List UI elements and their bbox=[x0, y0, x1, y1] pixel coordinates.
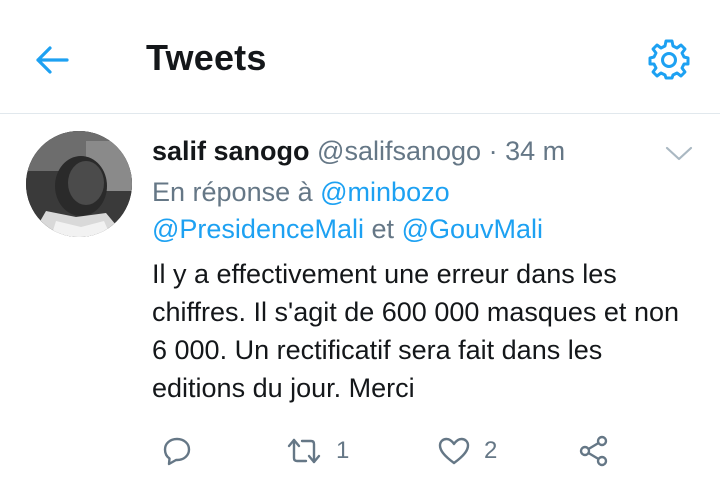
back-button[interactable] bbox=[30, 38, 74, 82]
retweet-count: 1 bbox=[336, 437, 350, 464]
chevron-down-icon bbox=[665, 146, 693, 161]
timestamp[interactable]: 34 m bbox=[505, 136, 565, 166]
page-title: Tweets bbox=[146, 37, 267, 78]
like-count: 2 bbox=[484, 437, 498, 464]
tweet-text: Il y a effectivement une erreur dans les… bbox=[152, 259, 679, 403]
reply-button[interactable] bbox=[162, 431, 192, 471]
like-button[interactable]: 2 bbox=[438, 431, 497, 471]
separator-dot: · bbox=[488, 136, 498, 166]
reply-prefix: En réponse à bbox=[152, 177, 313, 207]
mention-minbozo[interactable]: @minbozo bbox=[320, 177, 449, 207]
arrow-left-icon bbox=[36, 46, 69, 74]
tweet-actions: 1 2 bbox=[152, 431, 692, 471]
tweet[interactable]: salif sanogo @salifsanogo · 34 m En répo… bbox=[0, 114, 720, 481]
reply-icon bbox=[163, 437, 191, 466]
author-handle[interactable]: @salifsanogo bbox=[317, 136, 481, 166]
tweet-menu-button[interactable] bbox=[664, 142, 694, 166]
avatar[interactable] bbox=[26, 131, 132, 237]
app-header: Tweets bbox=[0, 0, 720, 114]
reply-context: En réponse à @minbozo @PresidenceMali et… bbox=[152, 174, 692, 248]
author-name[interactable]: salif sanogo bbox=[152, 136, 310, 166]
retweet-icon bbox=[287, 438, 321, 464]
share-icon bbox=[579, 435, 608, 467]
settings-button[interactable] bbox=[646, 36, 692, 82]
mention-presidencemali[interactable]: @PresidenceMali bbox=[152, 214, 364, 244]
reply-conjunction: et bbox=[371, 214, 395, 244]
heart-icon bbox=[438, 437, 470, 465]
gear-icon bbox=[648, 39, 690, 80]
tweet-header: salif sanogo @salifsanogo · 34 m bbox=[152, 136, 565, 167]
share-button[interactable] bbox=[578, 431, 610, 471]
mention-gouvmali[interactable]: @GouvMali bbox=[402, 214, 543, 244]
retweet-button[interactable]: 1 bbox=[286, 431, 349, 471]
